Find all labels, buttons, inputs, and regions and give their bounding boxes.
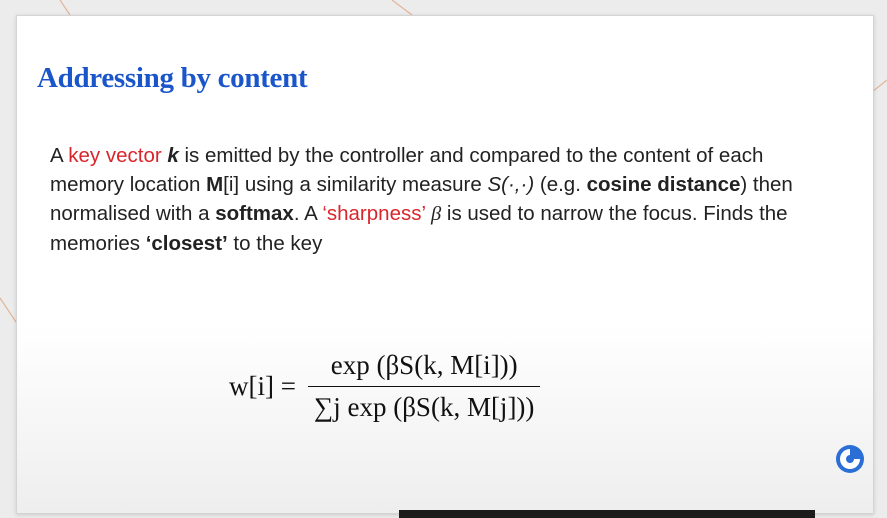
formula-fraction: exp (βS(k, M[i])) ∑j exp (βS(k, M[j])) — [307, 350, 541, 423]
slide: Addressing by content A key vector k is … — [16, 15, 874, 514]
m-symbol: M — [206, 173, 224, 196]
beta-symbol: β — [430, 203, 442, 225]
text-run: . A — [293, 202, 323, 225]
softmax-term: softmax — [215, 202, 294, 225]
deepmind-logo-icon — [836, 445, 864, 473]
cosine-distance-term: cosine distance — [586, 173, 741, 196]
formula-lhs: w[i] = — [229, 371, 296, 401]
text-run: to the key — [227, 232, 323, 255]
key-vector-term: key vector — [68, 144, 162, 167]
formula-denominator: ∑j exp (βS(k, M[j])) — [307, 386, 541, 423]
closest-term: ‘closest’ — [145, 232, 228, 255]
video-progress-bar[interactable] — [399, 510, 815, 518]
formula-numerator: exp (βS(k, M[i])) — [330, 350, 518, 380]
sharpness-term: ‘sharpness’ — [322, 202, 426, 225]
attention-formula: w[i] = exp (βS(k, M[i])) ∑j exp (βS(k, M… — [229, 350, 541, 423]
slide-paragraph: A key vector k is emitted by the control… — [50, 141, 840, 258]
text-run: [i] using a similarity measure — [223, 173, 488, 196]
text-run: (e.g. — [534, 173, 587, 196]
similarity-function: S(·,·) — [487, 173, 535, 196]
k-symbol: k — [167, 144, 179, 167]
text-run: A — [50, 144, 69, 167]
slide-title: Addressing by content — [37, 62, 308, 94]
